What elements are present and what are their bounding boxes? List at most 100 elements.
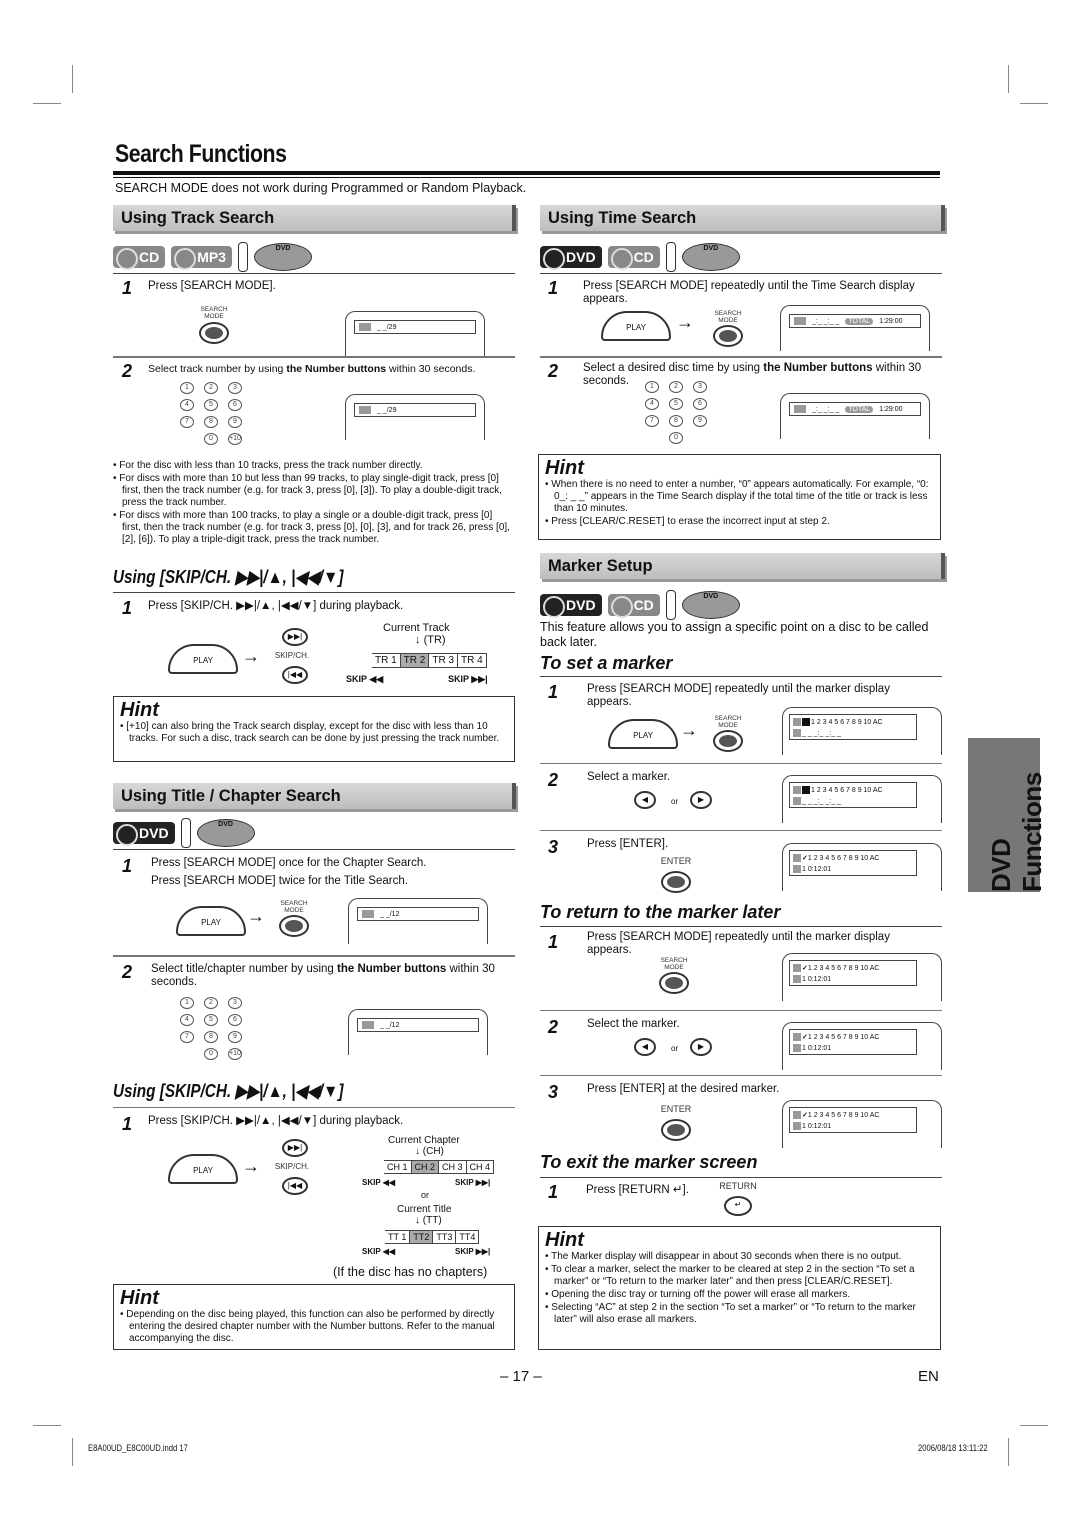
enter-button[interactable] <box>661 871 691 893</box>
number-key-2[interactable]: 2 <box>669 381 683 393</box>
osd-display: _:_ _:_ _ TOTAL 1:29:00 <box>780 393 930 439</box>
step-number: 1 <box>122 278 133 298</box>
subheading-return-marker: To return to the marker later <box>540 902 781 922</box>
marker-display: 1 2 3 4 5 6 7 8 9 10 AC _ _ _:_ _:_ _ <box>782 775 942 823</box>
crop-mark <box>1008 1438 1009 1466</box>
search-mode-button[interactable] <box>659 972 689 994</box>
number-key-9[interactable]: 9 <box>228 1031 242 1043</box>
play-button[interactable]: PLAY <box>608 719 678 749</box>
step-number: 2 <box>122 361 133 381</box>
play-button[interactable]: PLAY <box>176 906 246 936</box>
step-text: Press [SKIP/CH. ▶▶|/▲, |◀◀/▼] during pla… <box>148 1115 404 1127</box>
number-key-0[interactable]: 0 <box>204 1048 218 1060</box>
step-text: Press [ENTER] at the desired marker. <box>587 1083 780 1095</box>
return-button[interactable]: ↵ <box>724 1196 752 1216</box>
number-key-0[interactable]: 0 <box>204 433 218 445</box>
hint-note: Opening the disc tray or turning off the… <box>545 1289 937 1301</box>
crop-mark <box>1008 65 1009 93</box>
number-key-2[interactable]: 2 <box>204 997 218 1009</box>
number-key-3[interactable]: 3 <box>228 382 242 394</box>
divider <box>540 1075 942 1076</box>
section-heading-skip-chapter: Using [SKIP/CH. ▶▶|/▲, |◀◀/▼] <box>113 1081 344 1101</box>
number-key-1[interactable]: 1 <box>180 997 194 1009</box>
marker-intro: This feature allows you to assign a spec… <box>540 620 929 649</box>
number-key-5[interactable]: 5 <box>204 1014 218 1026</box>
note: For discs with more than 100 tracks, to … <box>113 510 513 546</box>
number-key-4[interactable]: 4 <box>180 1014 194 1026</box>
search-mode-button[interactable] <box>199 322 229 344</box>
page-title: Search Functions <box>115 140 287 168</box>
number-key-8[interactable]: 8 <box>204 416 218 428</box>
right-arrow-button[interactable]: ▶ <box>690 1038 712 1056</box>
number-key-7[interactable]: 7 <box>180 1031 194 1043</box>
search-mode-label: SEARCH MODE <box>714 715 742 729</box>
hint-note: When there is no need to enter a number,… <box>545 479 937 515</box>
number-key-5[interactable]: 5 <box>669 398 683 410</box>
skip-prev-button[interactable]: |◀◀ <box>282 1177 308 1195</box>
enter-button[interactable] <box>661 1119 691 1141</box>
intro-text: SEARCH MODE does not work during Program… <box>115 181 527 195</box>
step-text: Select track number by using the Number … <box>148 363 476 375</box>
number-key-6[interactable]: 6 <box>228 1014 242 1026</box>
number-key-7[interactable]: 7 <box>645 415 659 427</box>
right-arrow-button[interactable]: ▶ <box>690 791 712 809</box>
number-key-1[interactable]: 1 <box>645 381 659 393</box>
step-text: Select a desired disc time by using the … <box>583 362 922 387</box>
hint-box: Hint The Marker display will disappear i… <box>538 1226 941 1350</box>
or-label: or <box>671 1044 679 1053</box>
number-key-2[interactable]: 2 <box>204 382 218 394</box>
step-text: Select title/chapter number by using the… <box>151 963 495 988</box>
number-key-3[interactable]: 3 <box>693 381 707 393</box>
dvd-remote-logo-icon: DVD <box>681 243 740 271</box>
current-title-label: Current Title <box>397 1204 452 1215</box>
step-text: Press [ENTER]. <box>587 838 669 850</box>
mp3-badge: MP3 <box>171 246 233 270</box>
number-key-1[interactable]: 1 <box>180 382 194 394</box>
number-key-3[interactable]: 3 <box>228 997 242 1009</box>
left-arrow-button[interactable]: ◀ <box>634 791 656 809</box>
left-arrow-button[interactable]: ◀ <box>634 1038 656 1056</box>
search-mode-button[interactable] <box>713 730 743 752</box>
skip-next-button[interactable]: ▶▶| <box>282 1139 308 1157</box>
strip-item: TT4 <box>456 1231 480 1243</box>
strip-item: TR 2 <box>400 654 430 667</box>
skip-prev-button[interactable]: |◀◀ <box>282 666 308 684</box>
play-button[interactable]: PLAY <box>601 311 671 341</box>
number-keypad: 123 456 7890 <box>645 381 707 444</box>
number-key-6[interactable]: 6 <box>693 398 707 410</box>
number-key-6[interactable]: 6 <box>228 399 242 411</box>
number-key-+10[interactable]: +10 <box>228 433 242 445</box>
page-number: – 17 – <box>500 1368 542 1385</box>
number-key-9[interactable]: 9 <box>228 416 242 428</box>
divider <box>540 273 942 274</box>
divider <box>113 1107 515 1108</box>
hint-box: Hint When there is no need to enter a nu… <box>538 454 941 540</box>
number-key-7[interactable]: 7 <box>180 416 194 428</box>
play-button[interactable]: PLAY <box>168 1154 238 1184</box>
current-chapter-label: Current Chapter <box>388 1135 460 1146</box>
disc-badges: DVD DVD <box>113 818 255 848</box>
number-key-9[interactable]: 9 <box>693 415 707 427</box>
number-key-+10[interactable]: +10 <box>228 1048 242 1060</box>
or-label: or <box>421 1190 430 1200</box>
number-key-8[interactable]: 8 <box>669 415 683 427</box>
skipch-label: SKIP/CH. <box>274 651 310 660</box>
search-mode-button[interactable] <box>713 325 743 347</box>
divider <box>113 955 515 957</box>
step-number: 3 <box>548 837 559 857</box>
search-mode-button[interactable] <box>279 915 309 937</box>
play-button[interactable]: PLAY <box>168 644 238 674</box>
number-key-8[interactable]: 8 <box>204 1031 218 1043</box>
number-key-4[interactable]: 4 <box>645 398 659 410</box>
divider <box>540 1177 942 1178</box>
number-key-4[interactable]: 4 <box>180 399 194 411</box>
skip-next-button[interactable]: ▶▶| <box>282 628 308 646</box>
strip-item: TR 3 <box>429 654 459 667</box>
section-heading-marker-setup: Marker Setup <box>540 553 945 579</box>
current-track-label: Current Track <box>383 622 450 634</box>
number-key-0[interactable]: 0 <box>669 432 683 444</box>
search-mode-label: SEARCH MODE <box>280 900 308 914</box>
number-keypad: 1 2 3 4 5 6 7 8 9 0 +10 <box>180 382 242 445</box>
section-heading-title-chapter: Using Title / Chapter Search <box>113 783 516 809</box>
number-key-5[interactable]: 5 <box>204 399 218 411</box>
